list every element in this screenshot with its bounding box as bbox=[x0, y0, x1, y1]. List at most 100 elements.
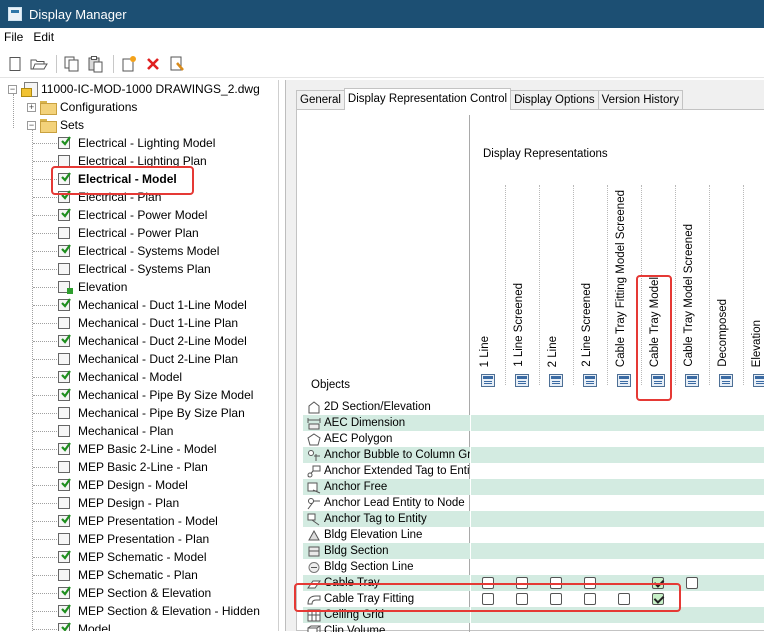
tab-strip: General Display Representation Control D… bbox=[296, 88, 682, 110]
object-row-label[interactable]: Bldg Elevation Line bbox=[303, 527, 470, 543]
tree-item[interactable]: Electrical - Lighting Model bbox=[58, 134, 215, 152]
tree-item[interactable]: MEP Design - Plan bbox=[58, 494, 179, 512]
object-row-label[interactable]: Anchor Tag to Entity bbox=[303, 511, 470, 527]
tree-sets[interactable]: Sets bbox=[40, 116, 84, 134]
tree-item-label: Mechanical - Duct 2-Line Model bbox=[78, 334, 247, 348]
column-header-label: Decomposed bbox=[717, 299, 729, 367]
tab-version-history[interactable]: Version History bbox=[598, 90, 683, 110]
column-header[interactable]: Decomposed bbox=[709, 215, 743, 395]
object-row-label[interactable]: Anchor Bubble to Column Grid bbox=[303, 447, 470, 463]
tree-item-label: MEP Design - Plan bbox=[78, 496, 179, 510]
representation-checkbox[interactable] bbox=[686, 577, 698, 589]
tree-configurations[interactable]: Configurations bbox=[40, 98, 137, 116]
tree-item[interactable]: MEP Design - Model bbox=[58, 476, 188, 494]
anchor-bubble-icon bbox=[307, 449, 321, 462]
object-row-label[interactable]: AEC Dimension bbox=[303, 415, 470, 431]
display-rep-icon bbox=[719, 374, 733, 387]
expander-configurations[interactable]: + bbox=[27, 103, 36, 112]
tree-item[interactable]: Elevation bbox=[58, 278, 127, 296]
display-set-icon bbox=[58, 604, 72, 618]
tree-line bbox=[33, 467, 57, 468]
objects-header: Objects bbox=[311, 379, 350, 391]
tree-item-label: MEP Schematic - Plan bbox=[78, 568, 198, 582]
tree-item[interactable]: Mechanical - Duct 1-Line Plan bbox=[58, 314, 238, 332]
tree-item-label: MEP Section & Elevation - Hidden bbox=[78, 604, 260, 618]
display-rep-icon bbox=[481, 374, 495, 387]
tree-item[interactable]: MEP Basic 2-Line - Plan bbox=[58, 458, 208, 476]
tree-line bbox=[13, 94, 14, 128]
drawing-icon bbox=[21, 82, 37, 96]
menu-edit[interactable]: Edit bbox=[29, 30, 60, 44]
menu-bar: File Edit bbox=[0, 28, 764, 46]
new-icon[interactable] bbox=[5, 54, 25, 74]
tree-item-label: MEP Basic 2-Line - Model bbox=[78, 442, 217, 456]
tree-line bbox=[33, 557, 57, 558]
tree-item[interactable]: Mechanical - Pipe By Size Plan bbox=[58, 404, 245, 422]
tree-item[interactable]: Mechanical - Duct 1-Line Model bbox=[58, 296, 247, 314]
expander-sets[interactable]: − bbox=[27, 121, 36, 130]
toolbar-separator bbox=[113, 55, 114, 73]
display-set-icon bbox=[58, 280, 72, 294]
tree-item-label: Elevation bbox=[78, 280, 127, 294]
tree-item[interactable]: Mechanical - Model bbox=[58, 368, 182, 386]
tab-display-representation-control[interactable]: Display Representation Control bbox=[344, 88, 511, 110]
tree-line bbox=[33, 521, 57, 522]
object-row: Bldg Section Line bbox=[303, 559, 764, 575]
title-bar: Display Manager bbox=[0, 0, 764, 28]
tree-item[interactable]: Electrical - Systems Plan bbox=[58, 260, 211, 278]
display-set-icon bbox=[58, 586, 72, 600]
tree-item[interactable]: MEP Section & Elevation - Hidden bbox=[58, 602, 260, 620]
tree-item[interactable]: Electrical - Systems Model bbox=[58, 242, 219, 260]
purge-icon[interactable] bbox=[167, 54, 187, 74]
folder-icon bbox=[40, 101, 56, 113]
column-header[interactable]: Elevation bbox=[743, 215, 764, 395]
new-style-icon[interactable] bbox=[119, 54, 139, 74]
column-header[interactable]: 1 Line Screened bbox=[505, 215, 539, 395]
tree-item[interactable]: Electrical - Power Model bbox=[58, 206, 207, 224]
window-title: Display Manager bbox=[29, 7, 127, 22]
tab-display-options[interactable]: Display Options bbox=[510, 90, 599, 110]
object-row-label[interactable]: Bldg Section bbox=[303, 543, 470, 559]
tree-root[interactable]: 11000-IC-MOD-1000 DRAWINGS_2.dwg bbox=[21, 80, 260, 98]
tree-item[interactable]: MEP Basic 2-Line - Model bbox=[58, 440, 217, 458]
tree-item[interactable]: MEP Schematic - Model bbox=[58, 548, 207, 566]
tree-item[interactable]: MEP Presentation - Model bbox=[58, 512, 218, 530]
tab-general[interactable]: General bbox=[296, 90, 345, 110]
menu-file[interactable]: File bbox=[0, 30, 29, 44]
tree-item[interactable]: MEP Schematic - Plan bbox=[58, 566, 198, 584]
display-rep-icon bbox=[617, 374, 631, 387]
object-row: Anchor Tag to Entity bbox=[303, 511, 764, 527]
object-row-label[interactable]: Anchor Free bbox=[303, 479, 470, 495]
tree-item[interactable]: Model bbox=[58, 620, 111, 631]
tree-line bbox=[33, 287, 57, 288]
tree-item[interactable]: MEP Presentation - Plan bbox=[58, 530, 209, 548]
tree-line bbox=[33, 341, 57, 342]
display-set-icon bbox=[58, 334, 72, 348]
column-header[interactable]: 2 Line Screened bbox=[573, 215, 607, 395]
object-row-cells bbox=[471, 511, 764, 527]
tree-item[interactable]: Mechanical - Duct 2-Line Model bbox=[58, 332, 247, 350]
object-row-label[interactable]: AEC Polygon bbox=[303, 431, 470, 447]
open-icon[interactable] bbox=[29, 54, 49, 74]
column-header[interactable]: 2 Line bbox=[539, 215, 573, 395]
object-row: Anchor Lead Entity to Node bbox=[303, 495, 764, 511]
tree-item[interactable]: Mechanical - Plan bbox=[58, 422, 173, 440]
tree-item[interactable]: MEP Section & Elevation bbox=[58, 584, 211, 602]
paste-icon[interactable] bbox=[86, 54, 106, 74]
object-row-label[interactable]: Bldg Section Line bbox=[303, 559, 470, 575]
column-header[interactable]: 1 Line bbox=[471, 215, 505, 395]
tree-item[interactable]: Mechanical - Pipe By Size Model bbox=[58, 386, 253, 404]
expander-root[interactable]: − bbox=[8, 85, 17, 94]
object-row-label[interactable]: Anchor Extended Tag to Entity bbox=[303, 463, 470, 479]
dimension-icon bbox=[307, 417, 321, 430]
copy-icon[interactable] bbox=[62, 54, 82, 74]
object-row: AEC Dimension bbox=[303, 415, 764, 431]
tree-item-label: MEP Basic 2-Line - Plan bbox=[78, 460, 208, 474]
tree-item[interactable]: Mechanical - Duct 2-Line Plan bbox=[58, 350, 238, 368]
column-header[interactable]: Cable Tray Model Screened bbox=[675, 215, 709, 395]
tree-item[interactable]: Electrical - Power Plan bbox=[58, 224, 199, 242]
object-row-label[interactable]: 2D Section/Elevation bbox=[303, 399, 470, 415]
delete-icon[interactable] bbox=[143, 54, 163, 74]
object-row-label[interactable]: Anchor Lead Entity to Node bbox=[303, 495, 470, 511]
bldg-elevation-line-icon bbox=[307, 529, 321, 542]
